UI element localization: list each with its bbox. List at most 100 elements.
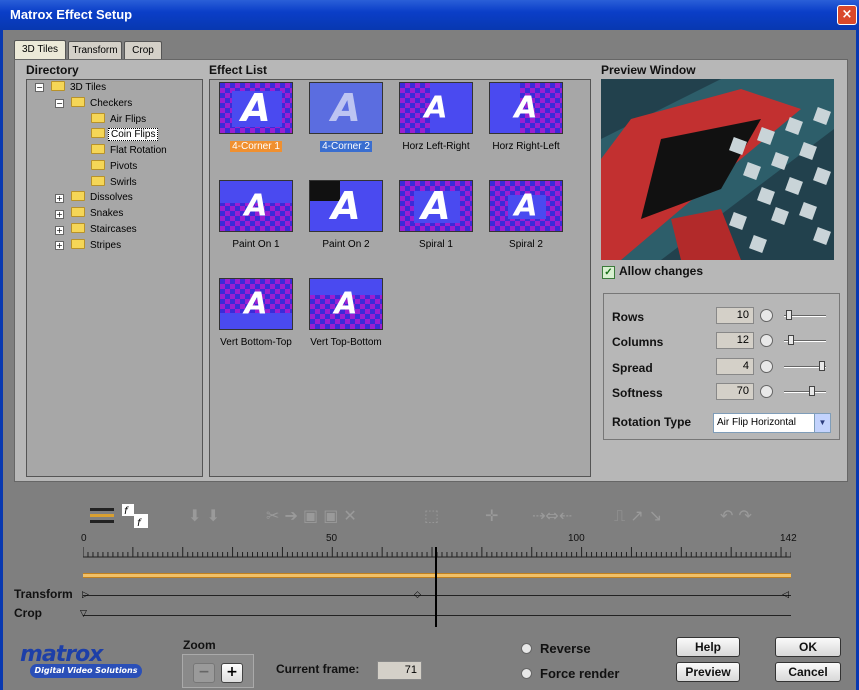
folder-icon bbox=[91, 144, 105, 154]
zoom-out-button[interactable]: − bbox=[193, 663, 215, 683]
tracks-icon[interactable] bbox=[90, 506, 114, 526]
effect-vert-top-bottom[interactable]: A Vert Top-Bottom bbox=[301, 278, 391, 349]
effect-spiral-1[interactable]: A Spiral 1 bbox=[391, 180, 481, 251]
preview-image bbox=[601, 79, 834, 260]
spread-keyframe-icon[interactable] bbox=[760, 360, 773, 373]
expand-icon[interactable]: + bbox=[55, 226, 64, 235]
columns-field[interactable]: 12 bbox=[716, 332, 754, 349]
effect-label: Paint On 2 bbox=[322, 239, 370, 250]
spread-field[interactable]: 4 bbox=[716, 358, 754, 375]
chevron-down-icon[interactable]: ▼ bbox=[814, 414, 830, 432]
transform-track[interactable] bbox=[83, 595, 791, 596]
expand-icon[interactable]: + bbox=[55, 194, 64, 203]
nudge-icon[interactable]: ⇢⇔⇠ bbox=[532, 506, 572, 525]
crop-track[interactable] bbox=[83, 615, 791, 616]
tree-item-dissolves[interactable]: Dissolves bbox=[71, 190, 135, 205]
preview-button[interactable]: Preview bbox=[676, 662, 740, 682]
timeline-cursor[interactable] bbox=[435, 547, 437, 627]
directory-title: Directory bbox=[26, 63, 79, 77]
softness-slider[interactable] bbox=[809, 386, 815, 396]
force-render-label: Force render bbox=[540, 666, 620, 681]
preview-title: Preview Window bbox=[601, 63, 696, 77]
keyframe-marker[interactable]: ▷ bbox=[82, 590, 89, 600]
zoom-in-button[interactable]: + bbox=[221, 663, 243, 683]
timeline-ruler[interactable] bbox=[82, 545, 792, 563]
force-render-option[interactable]: Force render bbox=[521, 666, 619, 681]
columns-keyframe-icon[interactable] bbox=[760, 334, 773, 347]
reverse-label: Reverse bbox=[540, 641, 591, 656]
allow-changes-label: Allow changes bbox=[619, 264, 704, 278]
folder-icon bbox=[71, 223, 85, 233]
effect-thumbnail: A bbox=[219, 278, 293, 330]
ruler-tick-0: 0 bbox=[81, 533, 87, 544]
folder-icon bbox=[91, 176, 105, 186]
effect-horz-right-left[interactable]: A Horz Right-Left bbox=[481, 82, 571, 153]
fit-icon[interactable]: ⬚ bbox=[424, 506, 439, 525]
rows-slider[interactable] bbox=[786, 310, 792, 320]
keyframe-marker[interactable]: ◁ bbox=[782, 590, 789, 600]
tree-item-flat-rotation[interactable]: Flat Rotation bbox=[91, 143, 169, 158]
effect-horz-left-right[interactable]: A Horz Left-Right bbox=[391, 82, 481, 153]
reverse-option[interactable]: Reverse bbox=[521, 641, 591, 656]
current-frame-field[interactable]: 71 bbox=[377, 661, 422, 680]
tree-item-staircases[interactable]: Staircases bbox=[71, 222, 139, 237]
expand-icon[interactable]: + bbox=[55, 241, 64, 250]
effect-paint-on-2[interactable]: A Paint On 2 bbox=[301, 180, 391, 251]
tree-item-air-flips[interactable]: Air Flips bbox=[91, 112, 148, 127]
undo-redo-icon[interactable]: ↶ ↷ bbox=[720, 506, 752, 525]
effect-vert-bottom-top[interactable]: A Vert Bottom-Top bbox=[211, 278, 301, 349]
collapse-icon[interactable]: − bbox=[35, 83, 44, 92]
collapse-icon[interactable]: − bbox=[55, 99, 64, 108]
current-frame-label: Current frame: bbox=[276, 662, 360, 676]
ok-button[interactable]: OK bbox=[775, 637, 841, 657]
columns-label: Columns bbox=[612, 335, 664, 349]
crosshair-icon[interactable]: ✛ bbox=[485, 506, 498, 525]
tab-3d-tiles[interactable]: 3D Tiles bbox=[14, 40, 66, 59]
allow-changes-checkbox[interactable]: ✓ Allow changes bbox=[602, 264, 703, 279]
effect-4-corner-2[interactable]: A 4-Corner 2 bbox=[301, 82, 391, 153]
check-icon: ✓ bbox=[602, 266, 615, 279]
effect-thumbnail: A bbox=[399, 180, 473, 232]
cut-icon[interactable]: ✂ ➔ ▣ ▣ ✕ bbox=[266, 506, 357, 525]
preview-window bbox=[601, 79, 834, 260]
tree-item-pivots[interactable]: Pivots bbox=[91, 159, 139, 174]
columns-slider[interactable] bbox=[788, 335, 794, 345]
keyframes-icon[interactable]: ff bbox=[122, 504, 150, 529]
folder-icon bbox=[91, 128, 105, 138]
expand-icon[interactable]: + bbox=[55, 210, 64, 219]
tab-transform[interactable]: Transform bbox=[68, 41, 122, 59]
tree-item-3d-tiles[interactable]: 3D Tiles bbox=[51, 80, 108, 95]
effect-thumbnail: A bbox=[489, 180, 563, 232]
tree-item-snakes[interactable]: Snakes bbox=[71, 206, 125, 221]
effect-paint-on-1[interactable]: A Paint On 1 bbox=[211, 180, 301, 251]
rows-keyframe-icon[interactable] bbox=[760, 309, 773, 322]
rows-field[interactable]: 10 bbox=[716, 307, 754, 324]
softness-field[interactable]: 70 bbox=[716, 383, 754, 400]
help-button[interactable]: Help bbox=[676, 637, 740, 657]
spread-slider[interactable] bbox=[819, 361, 825, 371]
tree-item-swirls[interactable]: Swirls bbox=[91, 175, 139, 190]
keyframe-tools-icon[interactable]: ⎍ ↗ ↘ bbox=[614, 506, 662, 526]
cancel-button[interactable]: Cancel bbox=[775, 662, 841, 682]
keyframe-marker[interactable]: ◇ bbox=[414, 590, 421, 600]
effect-4-corner-1[interactable]: A 4-Corner 1 bbox=[211, 82, 301, 153]
rotation-type-select[interactable]: Air Flip Horizontal ▼ bbox=[713, 413, 831, 433]
folder-icon bbox=[71, 239, 85, 249]
effect-duration-bar[interactable] bbox=[83, 573, 791, 578]
arrow-down-icon[interactable]: ⬇ ⬇ bbox=[188, 506, 220, 525]
transform-track-label: Transform bbox=[14, 587, 73, 601]
effect-label: Horz Left-Right bbox=[402, 141, 470, 152]
effect-thumbnail: A bbox=[489, 82, 563, 134]
softness-keyframe-icon[interactable] bbox=[760, 385, 773, 398]
tree-item-stripes[interactable]: Stripes bbox=[71, 238, 123, 253]
close-button[interactable]: × bbox=[837, 5, 857, 25]
keyframe-marker[interactable]: ▽ bbox=[80, 609, 87, 619]
effect-spiral-2[interactable]: A Spiral 2 bbox=[481, 180, 571, 251]
tree-item-coin-flips[interactable]: Coin Flips bbox=[91, 127, 159, 142]
tab-crop[interactable]: Crop bbox=[124, 41, 162, 59]
effect-label: 4-Corner 2 bbox=[320, 141, 372, 152]
radio-icon bbox=[521, 668, 532, 679]
softness-label: Softness bbox=[612, 386, 663, 400]
effect-thumbnail: A bbox=[219, 82, 293, 134]
tree-item-checkers[interactable]: Checkers bbox=[71, 96, 134, 111]
